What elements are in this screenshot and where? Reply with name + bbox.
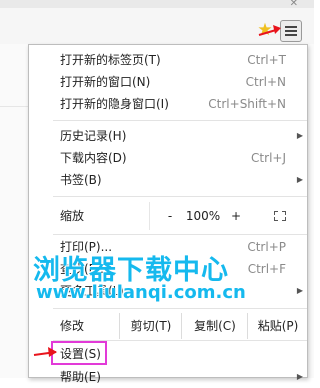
top-red-arrow-icon [258, 25, 281, 36]
submenu-arrow-icon: ▶ [296, 131, 303, 140]
menu-item-label: 书签(B) [60, 173, 102, 187]
paste-button[interactable]: 粘贴(P) [247, 313, 308, 339]
settings-highlight-box [51, 341, 107, 365]
page-background-left [0, 44, 28, 378]
zoom-level: 100% [185, 209, 221, 223]
cut-button[interactable]: 剪切(T) [119, 313, 182, 339]
menu-divider [53, 196, 307, 197]
menu-item-label: 打开新的标签页(T) [60, 53, 161, 67]
zoom-out-button[interactable]: - [162, 202, 178, 230]
menu-item-bookmarks[interactable]: 书签(B) ▶ [29, 169, 307, 191]
menu-divider [53, 234, 307, 235]
zoom-controls: - 100% + [149, 202, 308, 230]
menu-zoom-row: 缩放 - 100% + [29, 202, 307, 230]
menu-bar-line [285, 26, 297, 28]
menu-item-incognito[interactable]: 打开新的隐身窗口(I) Ctrl+Shift+N [29, 93, 307, 115]
submenu-arrow-icon: ▶ [296, 286, 303, 295]
menu-item-history[interactable]: 历史记录(H) ▶ [29, 125, 307, 147]
page-background-right [308, 44, 314, 378]
menu-bar-line [285, 30, 297, 32]
submenu-arrow-icon: ▶ [296, 372, 303, 381]
menu-item-label: 下载内容(D) [60, 151, 127, 165]
menu-item-label: 历史记录(H) [60, 129, 127, 143]
zoom-in-button[interactable]: + [228, 202, 244, 230]
shortcut-label: Ctrl+J [251, 151, 286, 165]
hamburger-menu-icon[interactable] [280, 20, 302, 42]
menu-item-downloads[interactable]: 下载内容(D) Ctrl+J [29, 147, 307, 169]
menu-divider [53, 308, 307, 309]
close-icon[interactable]: ✕ [290, 0, 298, 9]
menu-item-label: 打开新的隐身窗口(I) [60, 97, 169, 111]
submenu-arrow-icon: ▶ [296, 175, 303, 184]
menu-item-label: 帮助(E) [60, 370, 101, 384]
shortcut-label: Ctrl+F [247, 262, 286, 276]
watermark-url: www.liulanqi.com.cn [36, 282, 246, 303]
shortcut-label: Ctrl+N [245, 75, 286, 89]
shortcut-label: Ctrl+T [247, 53, 286, 67]
fullscreen-icon[interactable] [274, 211, 286, 221]
menu-item-label: 打开新的窗口(N) [60, 75, 151, 89]
zoom-label: 缩放 [60, 209, 85, 223]
edit-label: 修改 [60, 319, 85, 333]
settings-red-arrow-icon [33, 347, 57, 357]
menu-bar-line [285, 34, 297, 36]
shortcut-label: Ctrl+P [247, 240, 286, 254]
menu-edit-row: 修改 剪切(T) 复制(C) 粘贴(P) [29, 313, 307, 339]
menu-item-new-window[interactable]: 打开新的窗口(N) Ctrl+N [29, 71, 307, 93]
window-title-strip: ✕ [0, 0, 314, 9]
browser-main-menu: 打开新的标签页(T) Ctrl+T 打开新的窗口(N) Ctrl+N 打开新的隐… [28, 44, 308, 384]
menu-divider [53, 120, 307, 121]
menu-item-new-tab[interactable]: 打开新的标签页(T) Ctrl+T [29, 49, 307, 71]
shortcut-label: Ctrl+Shift+N [208, 97, 286, 111]
menu-item-help[interactable]: 帮助(E) ▶ [29, 366, 307, 388]
copy-button[interactable]: 复制(C) [181, 313, 248, 339]
